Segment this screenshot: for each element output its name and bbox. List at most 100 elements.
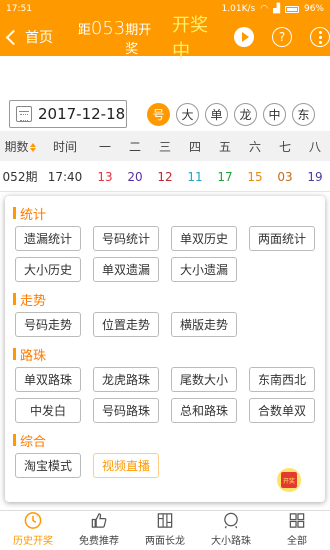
play-button[interactable]	[234, 27, 255, 47]
dot-icon	[318, 30, 322, 34]
view-mode-chips: 号 大 单 龙 中 东	[147, 102, 315, 126]
menu-button[interactable]: 东南西北	[249, 367, 315, 392]
section-stats-buttons: 遗漏统计 号码统计 单双历史 两面统计 大小历史 单双遗漏 大小遗漏	[15, 226, 317, 282]
status-time: 17:51	[6, 4, 32, 14]
nav-label: 大小路珠	[211, 536, 251, 547]
sort-icon	[29, 142, 36, 152]
menu-button[interactable]: 位置走势	[93, 312, 159, 337]
row-number: 13	[97, 169, 113, 184]
menu-button[interactable]: 中发白	[15, 398, 81, 423]
table-row[interactable]: 052期 17:40 13 20 12 11 17 15 03 19	[0, 162, 330, 192]
menu-button[interactable]: 单双历史	[171, 226, 237, 251]
calendar-icon	[16, 106, 32, 122]
date-picker[interactable]: 2017-12-18	[9, 100, 127, 128]
section-title-combined: 综合	[13, 429, 317, 451]
app-header: 首页 距 053 期开奖 开奖中 ?	[0, 15, 330, 62]
nav-all[interactable]: 全部	[264, 511, 330, 550]
menu-button[interactable]: 淘宝模式	[15, 453, 81, 478]
date-value: 2017-12-18	[38, 105, 126, 123]
play-icon	[241, 32, 249, 42]
results-table-header: 期数 时间 一 二 三 四 五 六 七 八	[0, 131, 330, 161]
back-label: 首页	[25, 30, 53, 46]
menu-button[interactable]: 总和路珠	[171, 398, 237, 423]
menu-button[interactable]: 尾数大小	[171, 367, 237, 392]
col-pos-7-header: 七	[278, 139, 291, 154]
chip-middle[interactable]: 中	[263, 102, 286, 126]
status-bar: 17:51 1.01K/s ◠ ▟ 96%	[0, 0, 330, 18]
col-pos-6-header: 六	[248, 139, 261, 154]
row-number: 03	[277, 169, 293, 184]
video-live-button[interactable]: 视频直播	[93, 453, 159, 478]
grid-icon	[289, 513, 305, 528]
menu-button[interactable]: 单双路珠	[15, 367, 81, 392]
section-title-trend: 走势	[13, 288, 317, 310]
menu-button[interactable]: 号码路珠	[93, 398, 159, 423]
badge-label: 开奖	[281, 472, 297, 488]
row-number: 11	[187, 169, 203, 184]
clock-icon	[24, 512, 42, 529]
columns-icon	[157, 513, 173, 528]
chip-east[interactable]: 东	[292, 102, 315, 126]
status-right: 1.01K/s ◠ ▟ 96%	[222, 4, 324, 14]
col-issue-header[interactable]: 期数	[0, 138, 40, 155]
nav-long-dragon[interactable]: 两面长龙	[132, 511, 198, 550]
date-filter-row: 2017-12-18 号 大 单 龙 中 东	[0, 98, 330, 130]
issue-prefix: 距	[77, 22, 91, 38]
feature-menu-panel: 统计 遗漏统计 号码统计 单双历史 两面统计 大小历史 单双遗漏 大小遗漏 走势…	[5, 196, 325, 502]
section-road-beads-buttons: 单双路珠 龙虎路珠 尾数大小 东南西北 中发白 号码路珠 总和路珠 合数单双	[15, 367, 317, 423]
battery-icon	[284, 5, 299, 13]
nav-recommend[interactable]: 免费推荐	[66, 511, 132, 550]
nav-label: 两面长龙	[145, 536, 185, 547]
menu-button[interactable]: 大小历史	[15, 257, 81, 282]
chip-number[interactable]: 号	[147, 102, 170, 126]
col-pos-2-header: 二	[128, 139, 141, 154]
menu-button[interactable]: 号码走势	[15, 312, 81, 337]
row-number: 17	[217, 169, 233, 184]
issue-number: 053	[90, 17, 126, 39]
more-options-button[interactable]	[310, 27, 330, 47]
thumbs-up-icon	[91, 513, 107, 528]
menu-button[interactable]: 龙虎路珠	[93, 367, 159, 392]
section-combined-buttons: 淘宝模式 视频直播	[15, 453, 317, 478]
section-title-road-beads: 路珠	[13, 343, 317, 365]
nav-history[interactable]: 历史开奖	[0, 511, 66, 550]
menu-button[interactable]: 两面统计	[249, 226, 315, 251]
menu-button[interactable]: 号码统计	[93, 226, 159, 251]
chip-big-small[interactable]: 大	[176, 102, 199, 126]
nav-label: 免费推荐	[79, 536, 119, 547]
row-number: 12	[157, 169, 173, 184]
row-number: 19	[307, 169, 323, 184]
row-issue: 052期	[2, 170, 38, 184]
drawing-status: 开奖中	[172, 15, 209, 62]
dot-icon	[318, 35, 322, 39]
col-pos-5-header: 五	[218, 139, 231, 154]
menu-button[interactable]: 遗漏统计	[15, 226, 81, 251]
row-number: 15	[247, 169, 263, 184]
row-number: 20	[127, 169, 143, 184]
col-pos-4-header: 四	[188, 139, 201, 154]
menu-button[interactable]: 单双遗漏	[93, 257, 159, 282]
nav-big-small-beads[interactable]: 大小路珠	[198, 511, 264, 550]
help-button[interactable]: ?	[272, 27, 293, 47]
dot-icon	[318, 40, 322, 44]
back-button[interactable]: 首页	[0, 27, 78, 47]
signal-icon: ▟	[273, 4, 280, 14]
chip-odd-even[interactable]: 单	[205, 102, 228, 126]
row-time: 17:40	[47, 169, 83, 184]
wifi-icon: ◠	[260, 4, 269, 14]
issue-suffix: 期开奖	[125, 22, 152, 57]
network-speed: 1.01K/s	[221, 4, 256, 14]
nav-label: 全部	[287, 536, 307, 547]
nav-label: 历史开奖	[13, 536, 53, 547]
section-trend-buttons: 号码走势 位置走势 横版走势	[15, 312, 317, 337]
col-pos-3-header: 三	[158, 139, 171, 154]
issue-countdown: 距 053 期开奖	[78, 18, 164, 57]
menu-button[interactable]: 大小遗漏	[171, 257, 237, 282]
lottery-badge-icon[interactable]: 开奖	[277, 468, 301, 492]
chip-dragon[interactable]: 龙	[234, 102, 257, 126]
menu-button[interactable]: 合数单双	[249, 398, 315, 423]
section-title-stats: 统计	[13, 202, 317, 224]
menu-button[interactable]: 横版走势	[171, 312, 237, 337]
chevron-left-icon	[5, 29, 22, 46]
col-pos-8-header: 八	[308, 139, 321, 154]
